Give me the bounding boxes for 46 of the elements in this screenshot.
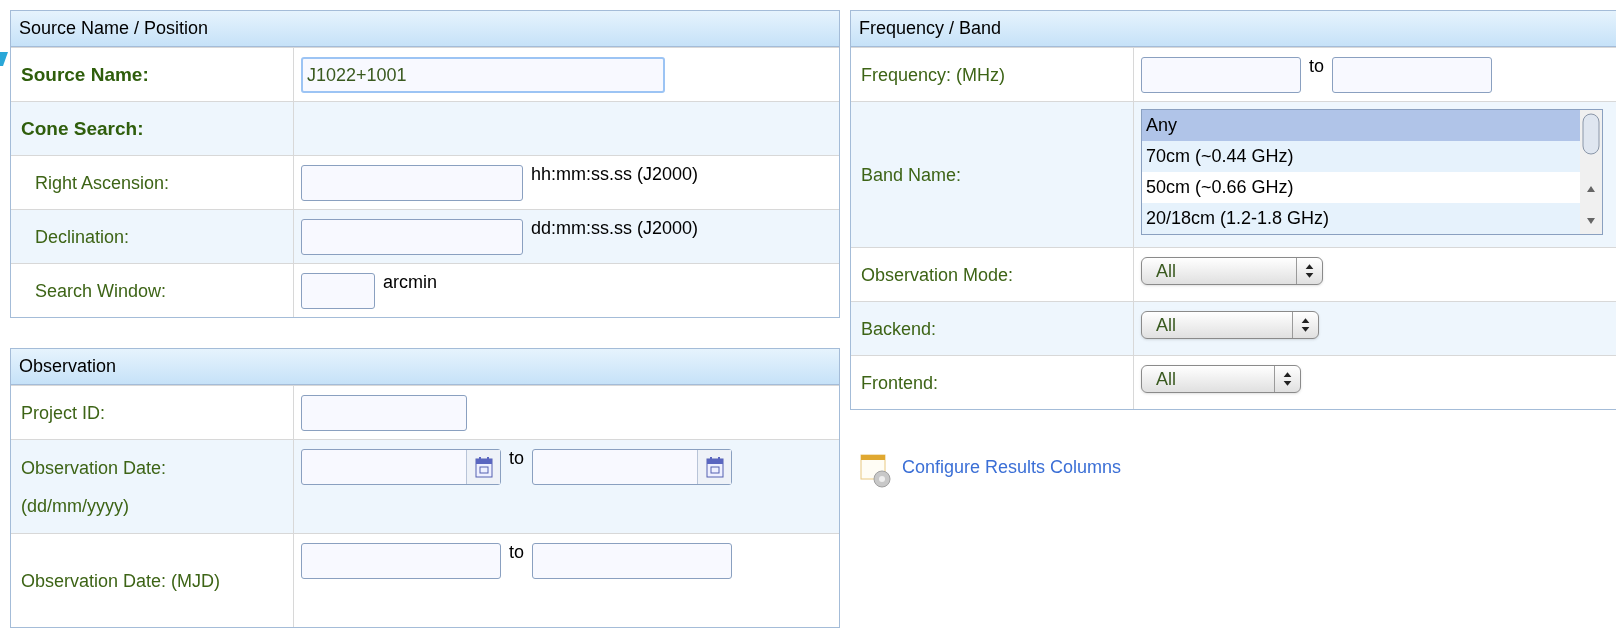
panel-header: Frequency / Band [851,11,1616,47]
field-hint: to [509,447,524,470]
text-field[interactable] [532,543,732,579]
field-label: Project ID: [21,401,107,425]
text-field[interactable] [1141,57,1301,93]
date-field[interactable] [532,449,732,485]
text-field[interactable] [301,273,375,309]
field-label: Backend: [861,317,938,341]
configure-columns-link[interactable]: Configure Results Columns [902,453,1122,481]
calendar-icon[interactable] [473,456,494,478]
field-hint: dd:mm:ss.ss (J2000) [531,217,699,240]
field-label: Observation Date: (dd/mm/yyyy) [21,456,168,518]
field-hint: hh:mm:ss.ss (J2000) [531,163,699,186]
field-label: Band Name: [861,163,963,187]
panel-header: Source Name / Position [11,11,839,47]
field-label: Source Name: [21,62,150,87]
date-field[interactable] [301,449,501,485]
field-label: Observation Date: (MJD) [21,569,222,593]
field-hint: to [509,541,524,564]
field-label: Observation Mode: [861,263,1015,287]
field-hint: arcmin [383,271,437,294]
panel-header: Observation [11,349,839,385]
text-field[interactable]: J1022+1001 [301,57,665,93]
field-label: Declination: [35,225,131,249]
list-option[interactable]: 20/18cm (1.2-1.8 GHz) [1142,203,1580,234]
band-listbox[interactable]: Any 70cm (~0.44 GHz) 50cm (~0.66 GHz) 20/18cm (1.2-1.8 GHz) [1141,109,1603,235]
field-label: Frequency: (MHz) [861,63,1007,87]
field-label: Cone Search: [21,116,145,141]
field-hint: to [1309,55,1324,78]
text-field[interactable] [301,165,523,201]
scrollbar[interactable] [1580,110,1602,234]
list-option[interactable]: Any [1142,110,1580,141]
dropdown[interactable]: All [1141,365,1301,393]
dropdown[interactable]: All [1141,257,1323,285]
dropdown[interactable]: All [1141,311,1319,339]
field-label: Search Window: [35,279,168,303]
text-field[interactable] [1332,57,1492,93]
text-field[interactable] [301,395,467,431]
pointer-icon [0,52,8,66]
calendar-icon[interactable] [704,456,725,478]
list-option[interactable]: 70cm (~0.44 GHz) [1142,141,1580,172]
field-label: Frontend: [861,371,940,395]
text-field[interactable] [301,543,501,579]
text-field[interactable] [301,219,523,255]
field-label: Right Ascension: [35,171,171,195]
window-gear-icon [860,453,894,489]
